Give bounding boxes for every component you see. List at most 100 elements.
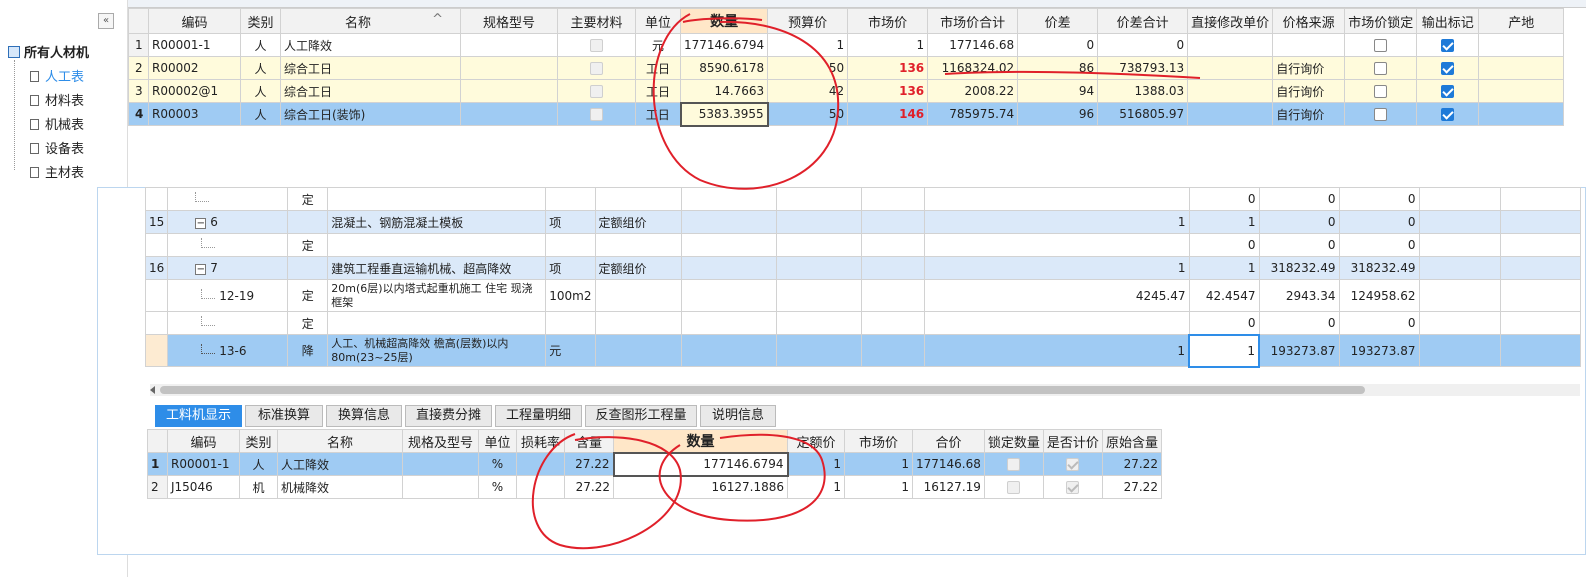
main-material-cell[interactable]	[557, 56, 636, 80]
attr-cell[interactable]: 定额组价	[594, 256, 682, 280]
output-mark-cell[interactable]	[1416, 56, 1480, 80]
direct-edit-cell[interactable]	[1187, 102, 1274, 126]
unit-cell[interactable]: 元	[545, 334, 596, 367]
value-cell-editing[interactable]: 1	[1188, 333, 1261, 368]
attr-cell[interactable]: 定额组价	[594, 210, 682, 234]
value-cell[interactable]: 1	[923, 210, 1190, 234]
col-header-name[interactable]: 名称 ^	[280, 8, 461, 34]
col-header[interactable]: 含量	[564, 429, 614, 453]
origin-cell[interactable]	[1478, 56, 1565, 80]
col-header[interactable]: 价差合计	[1097, 8, 1189, 34]
col-header[interactable]: 价格来源	[1272, 8, 1346, 34]
lock-qty-checkbox[interactable]	[1007, 458, 1021, 471]
tab-reverse-graphic-quantity[interactable]: 反查图形工程量	[585, 405, 697, 427]
price-source-cell[interactable]	[1272, 33, 1346, 57]
name-cell[interactable]: 混凝土、钢筋混凝土模板	[327, 210, 547, 234]
row-number[interactable]	[144, 233, 169, 257]
name-cell[interactable]: 20m(6层)以内塔式起重机施工 住宅 现浇框架	[327, 279, 547, 312]
market-price-cell[interactable]: 1	[844, 475, 913, 499]
col-header-qty[interactable]: 数量	[613, 429, 788, 453]
value-cell[interactable]	[923, 311, 1190, 335]
table-row[interactable]: 定 0 0 0	[144, 233, 1581, 257]
origin-cell[interactable]	[1478, 102, 1565, 126]
spec-cell[interactable]	[402, 452, 479, 476]
col-header[interactable]: 规格及型号	[402, 429, 479, 453]
col-header[interactable]: 类别	[239, 429, 278, 453]
value-cell[interactable]: 193273.87	[1338, 334, 1420, 367]
diff-total-cell[interactable]: 516805.97	[1097, 102, 1189, 126]
attr-cell[interactable]	[594, 279, 682, 312]
row-number[interactable]: 1	[147, 452, 168, 476]
qty-cell-editing[interactable]: 5383.3955	[679, 101, 769, 127]
unit-cell[interactable]: 100m2	[545, 279, 596, 312]
value-cell[interactable]: 318232.49	[1258, 256, 1340, 280]
spec-cell[interactable]	[402, 475, 479, 499]
budget-price-cell[interactable]: 42	[767, 79, 849, 103]
name-cell[interactable]: 综合工日(装饰)	[280, 102, 461, 126]
market-lock-cell[interactable]	[1344, 33, 1418, 57]
col-header[interactable]: 市场价	[847, 8, 929, 34]
value-cell[interactable]: 0	[1258, 187, 1340, 211]
table-row[interactable]: 15 −6 混凝土、钢筋混凝土模板 项 定额组价 1 1 0 0	[144, 210, 1581, 234]
market-lock-cell[interactable]	[1344, 79, 1418, 103]
budget-price-cell[interactable]: 50	[767, 102, 849, 126]
original-amount-cell[interactable]: 27.22	[1101, 452, 1162, 476]
row-number[interactable]	[144, 334, 169, 367]
market-lock-cell[interactable]	[1344, 56, 1418, 80]
row-number[interactable]: 1	[128, 33, 149, 57]
type-cell[interactable]	[287, 256, 329, 280]
market-lock-checkbox[interactable]	[1374, 108, 1388, 121]
lock-qty-checkbox[interactable]	[1007, 481, 1021, 494]
collapse-sidebar-button[interactable]: «	[98, 13, 114, 29]
type-cell[interactable]: 定	[287, 233, 329, 257]
direct-edit-cell[interactable]	[1187, 33, 1274, 57]
name-cell[interactable]: 人工降效	[277, 452, 403, 476]
type-cell[interactable]: 定	[287, 279, 329, 312]
direct-edit-cell[interactable]	[1187, 56, 1274, 80]
col-header[interactable]: 市场价合计	[927, 8, 1019, 34]
is-priced-checkbox[interactable]	[1066, 481, 1080, 494]
type-cell[interactable]: 定	[287, 187, 329, 211]
value-cell[interactable]: 193273.87	[1258, 334, 1340, 367]
output-mark-cell[interactable]	[1416, 79, 1480, 103]
market-price-cell[interactable]: 1	[847, 33, 929, 57]
horizontal-scrollbar[interactable]	[150, 384, 1580, 396]
name-cell[interactable]: 建筑工程垂直运输机械、超高降效	[327, 256, 547, 280]
attr-cell[interactable]	[594, 233, 682, 257]
row-number[interactable]: 15	[144, 210, 169, 234]
row-number[interactable]	[144, 187, 169, 211]
value-cell[interactable]: 124958.62	[1338, 279, 1420, 312]
tree-item-material[interactable]: 材料表	[30, 90, 84, 109]
value-cell[interactable]: 0	[1258, 311, 1340, 335]
unit-cell[interactable]: 项	[545, 210, 596, 234]
spec-cell[interactable]	[460, 102, 558, 126]
attr-cell[interactable]	[594, 334, 682, 367]
col-header[interactable]: 合价	[912, 429, 985, 453]
tree-code-cell[interactable]	[167, 233, 289, 257]
tree-item-main-material[interactable]: 主材表	[30, 162, 84, 181]
tree-code-cell[interactable]	[167, 187, 289, 211]
unit-cell[interactable]: 元	[635, 33, 681, 57]
row-number[interactable]: 2	[128, 56, 149, 80]
price-source-cell[interactable]: 自行询价	[1272, 79, 1346, 103]
tree-root-all-materials[interactable]: 所有人材机	[8, 42, 89, 61]
code-cell[interactable]: R00002	[148, 56, 241, 80]
code-cell[interactable]: R00001-1	[148, 33, 241, 57]
unit-cell[interactable]: %	[478, 475, 517, 499]
category-cell[interactable]: 人	[240, 56, 281, 80]
code-cell[interactable]: R00001-1	[167, 452, 240, 476]
col-header[interactable]: 名称	[277, 429, 403, 453]
main-material-checkbox[interactable]	[590, 62, 603, 75]
name-cell[interactable]: 人工、机械超高降效 檐高(层数)以内80m(23~25层)	[327, 334, 547, 367]
col-header[interactable]: 单位	[635, 8, 681, 34]
name-cell[interactable]: 综合工日	[280, 79, 461, 103]
table-row-selected[interactable]: 13-6 降 人工、机械超高降效 檐高(层数)以内80m(23~25层) 元 1…	[144, 333, 1581, 368]
name-cell[interactable]	[327, 233, 547, 257]
table-row-selected[interactable]: 4 R00003 人 综合工日(装饰) 工日 5383.3955 50 146 …	[128, 101, 1565, 127]
main-material-checkbox[interactable]	[590, 39, 603, 52]
output-mark-checkbox[interactable]	[1441, 39, 1455, 52]
output-mark-checkbox[interactable]	[1441, 85, 1455, 98]
col-header[interactable]: 市场价	[844, 429, 913, 453]
value-cell[interactable]: 1	[1188, 256, 1260, 280]
main-material-cell[interactable]	[557, 79, 636, 103]
